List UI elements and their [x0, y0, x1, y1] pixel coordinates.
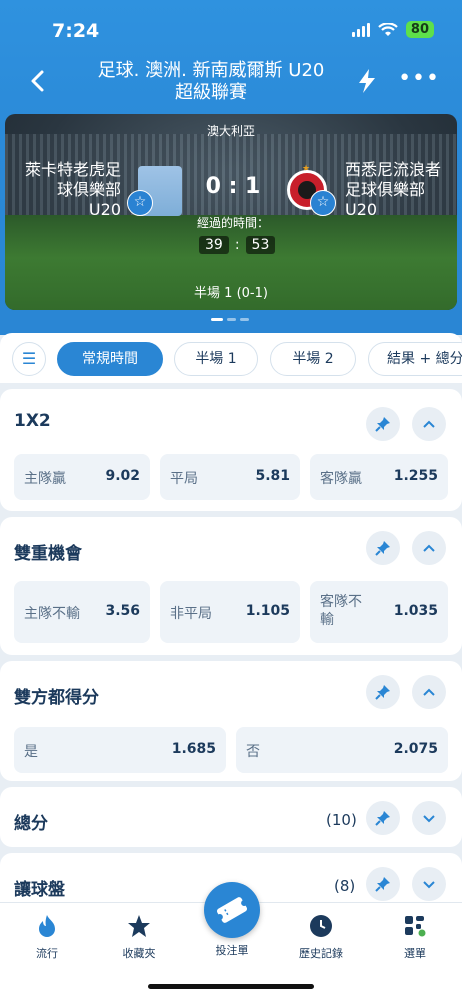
period-score: 半場 1 (0-1)	[194, 286, 268, 301]
star-icon	[128, 915, 150, 937]
home-team-name: 萊卡特老虎足 球俱樂部 U20	[24, 160, 121, 219]
favorite-home-star-icon[interactable]: ☆	[127, 190, 153, 216]
odd-no[interactable]: 否 2.075	[236, 727, 448, 773]
clock-icon	[310, 915, 332, 937]
market-tabs: ☰ 常規時間 半場 1 半場 2 結果 + 總分	[0, 333, 462, 383]
favorite-away-star-icon[interactable]: ☆	[310, 190, 336, 216]
more-options-icon[interactable]: •••	[398, 68, 440, 90]
nav-favorites[interactable]: 收藏夾	[104, 913, 174, 961]
market-both-score: 雙方都得分 是 1.685 否 2.075	[0, 661, 462, 781]
odd-draw[interactable]: 平局 5.81	[160, 454, 300, 500]
market-title: 總分	[14, 814, 48, 834]
tab-result-total[interactable]: 結果 + 總分	[368, 342, 462, 376]
fire-icon	[39, 915, 55, 937]
nav-history[interactable]: 歷史記錄	[286, 913, 356, 961]
nav-menu[interactable]: 選單	[380, 913, 450, 961]
odd-no-draw[interactable]: 非平局 1.105	[160, 581, 300, 643]
status-time: 7:24	[52, 20, 100, 42]
market-1x2: 1X2 主隊贏 9.02 平局 5.81 客隊贏 1.255	[0, 389, 462, 511]
collapse-chevron-up-icon[interactable]	[412, 531, 446, 565]
lightning-icon[interactable]	[356, 68, 378, 94]
market-count: (10)	[326, 811, 357, 829]
tab-half-1[interactable]: 半場 1	[174, 342, 258, 376]
league-title-line1: 足球. 澳洲. 新南威爾斯 U20	[97, 60, 325, 81]
battery-indicator: 80	[405, 21, 434, 38]
market-title: 雙重機會	[14, 544, 82, 564]
betslip-button[interactable]	[204, 882, 260, 938]
list-view-icon[interactable]: ☰	[12, 342, 46, 376]
back-arrow-icon[interactable]	[26, 68, 50, 94]
odd-home-no-lose[interactable]: 主隊不輸 3.56	[14, 581, 150, 643]
away-team-name: 西悉尼流浪者 足球俱樂部 U20	[345, 160, 442, 219]
nav-popular[interactable]: 流行	[12, 913, 82, 961]
signal-icon	[351, 22, 370, 37]
pin-icon[interactable]	[366, 675, 400, 709]
scoreboard: 澳大利亞 萊卡特老虎足 球俱樂部 U20 ☆ 0 : 1 經過的時間： 39 :…	[5, 114, 457, 310]
tab-regular-time[interactable]: 常規時間	[57, 342, 163, 376]
markets-list: 1X2 主隊贏 9.02 平局 5.81 客隊贏 1.255 雙重機會 主隊不輸	[0, 383, 462, 903]
tab-half-2[interactable]: 半場 2	[270, 342, 356, 376]
league-title-line2: 超級聯賽	[175, 82, 247, 103]
match-score: 0 : 1	[205, 174, 261, 199]
expand-chevron-down-icon[interactable]	[412, 867, 446, 901]
market-title: 讓球盤	[14, 880, 65, 900]
betslip-label: 投注單	[215, 944, 249, 957]
top-nav: 足球. 澳洲. 新南威爾斯 U20 超級聯賽 •••	[0, 56, 462, 112]
odd-yes[interactable]: 是 1.685	[14, 727, 226, 773]
market-count: (8)	[334, 877, 356, 895]
market-title: 雙方都得分	[14, 688, 99, 708]
pin-icon[interactable]	[366, 801, 400, 835]
clock-separator: :	[234, 237, 240, 253]
ticket-icon	[216, 897, 248, 923]
odd-away-no-lose[interactable]: 客隊不 輸 1.035	[310, 581, 448, 643]
collapse-chevron-up-icon[interactable]	[412, 407, 446, 441]
expand-chevron-down-icon[interactable]	[412, 801, 446, 835]
market-title: 1X2	[14, 411, 51, 431]
collapse-chevron-up-icon[interactable]	[412, 675, 446, 709]
pin-icon[interactable]	[366, 531, 400, 565]
wifi-icon	[378, 22, 398, 36]
market-double-chance: 雙重機會 主隊不輸 3.56 非平局 1.105 客隊不 輸 1.035	[0, 517, 462, 655]
menu-grid-icon	[405, 916, 426, 937]
elapsed-time-label: 經過的時間：	[196, 216, 269, 230]
country-label: 澳大利亞	[206, 124, 255, 138]
clock-seconds: 53	[245, 236, 276, 254]
odd-home-win[interactable]: 主隊贏 9.02	[14, 454, 150, 500]
clock-minutes: 39	[199, 236, 229, 254]
status-bar: 7:24 80	[0, 14, 462, 44]
match-header: 7:24 80 足球. 澳洲. 新南威爾斯 U20 超級聯賽 ••• 澳大利亞 …	[0, 0, 462, 335]
odd-away-win[interactable]: 客隊贏 1.255	[310, 454, 448, 500]
home-indicator	[148, 984, 314, 989]
status-icons: 80	[351, 21, 434, 38]
match-clock: 39 : 53	[199, 236, 276, 254]
league-title: 足球. 澳洲. 新南威爾斯 U20 超級聯賽	[70, 60, 352, 104]
market-total[interactable]: 總分 (10)	[0, 787, 462, 847]
pin-icon[interactable]	[366, 407, 400, 441]
pin-icon[interactable]	[366, 867, 400, 901]
carousel-dots	[211, 318, 249, 321]
